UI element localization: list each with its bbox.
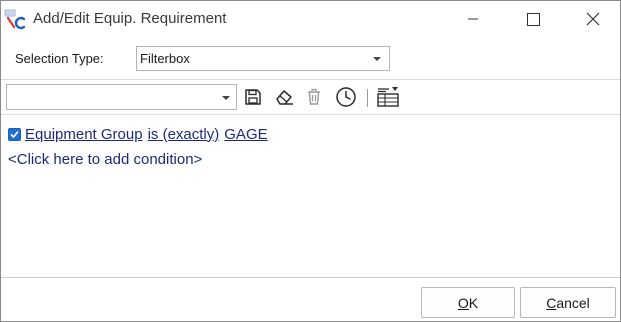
ok-button-label: K [468,294,479,311]
condition-checkbox[interactable] [8,127,21,141]
cancel-button-label: ancel [556,294,590,311]
toolbar-separator [367,89,368,107]
close-button[interactable] [564,1,621,37]
selection-type-dropdown[interactable]: Filterbox [136,46,390,71]
save-filter-button[interactable] [241,85,265,109]
title-bar[interactable]: Add/Edit Equip. Requirement [1,1,620,37]
condition-field-link[interactable]: Equipment Group [25,126,143,143]
add-condition-link[interactable]: <Click here to add condition> [8,151,202,168]
eraser-icon [276,90,293,105]
filter-layout-button[interactable] [376,85,400,109]
cancel-button-mnemonic: C [546,294,557,311]
clear-filter-button[interactable] [272,85,296,109]
history-icon [336,87,356,107]
checkmark-icon [10,130,19,138]
filter-toolbar [1,81,620,115]
close-icon [586,12,600,26]
selection-type-label: Selection Type: [15,51,104,66]
filter-history-button[interactable] [334,85,358,109]
ok-button-mnemonic: O [457,294,469,311]
minimize-button[interactable] [444,1,502,37]
saved-filter-dropdown[interactable] [6,84,237,110]
condition-operator-link[interactable]: is (exactly) [148,126,220,143]
maximize-icon [526,12,540,26]
selection-type-row: Selection Type: Filterbox [1,37,620,80]
cancel-button[interactable]: Cancel [520,287,616,318]
ok-button[interactable]: OK [421,287,515,318]
table-layout-icon [377,87,399,107]
condition-row: Equipment Group is (exactly) GAGE [8,125,273,143]
trash-icon [308,88,320,105]
delete-filter-button[interactable] [302,85,326,109]
app-logo-icon [4,8,26,30]
chevron-down-icon [373,57,381,61]
window-title: Add/Edit Equip. Requirement [33,10,227,27]
save-icon [245,89,261,105]
maximize-button[interactable] [504,1,562,37]
dialog-window: Add/Edit Equip. Requirement Selection Ty… [0,0,621,322]
selection-type-value: Filterbox [140,51,190,66]
chevron-down-icon [222,96,230,100]
minimize-icon [468,18,478,20]
condition-value-link[interactable]: GAGE [224,126,267,143]
filter-editor[interactable]: Equipment Group is (exactly) GAGE <Click… [1,116,620,278]
